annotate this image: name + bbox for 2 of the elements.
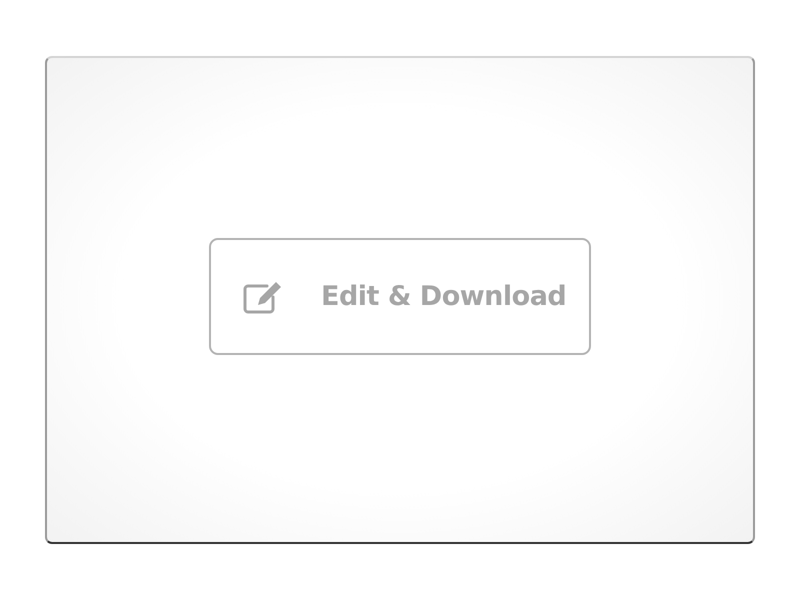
edit-download-button[interactable]: Edit & Download (209, 238, 591, 355)
edit-icon (243, 280, 283, 314)
